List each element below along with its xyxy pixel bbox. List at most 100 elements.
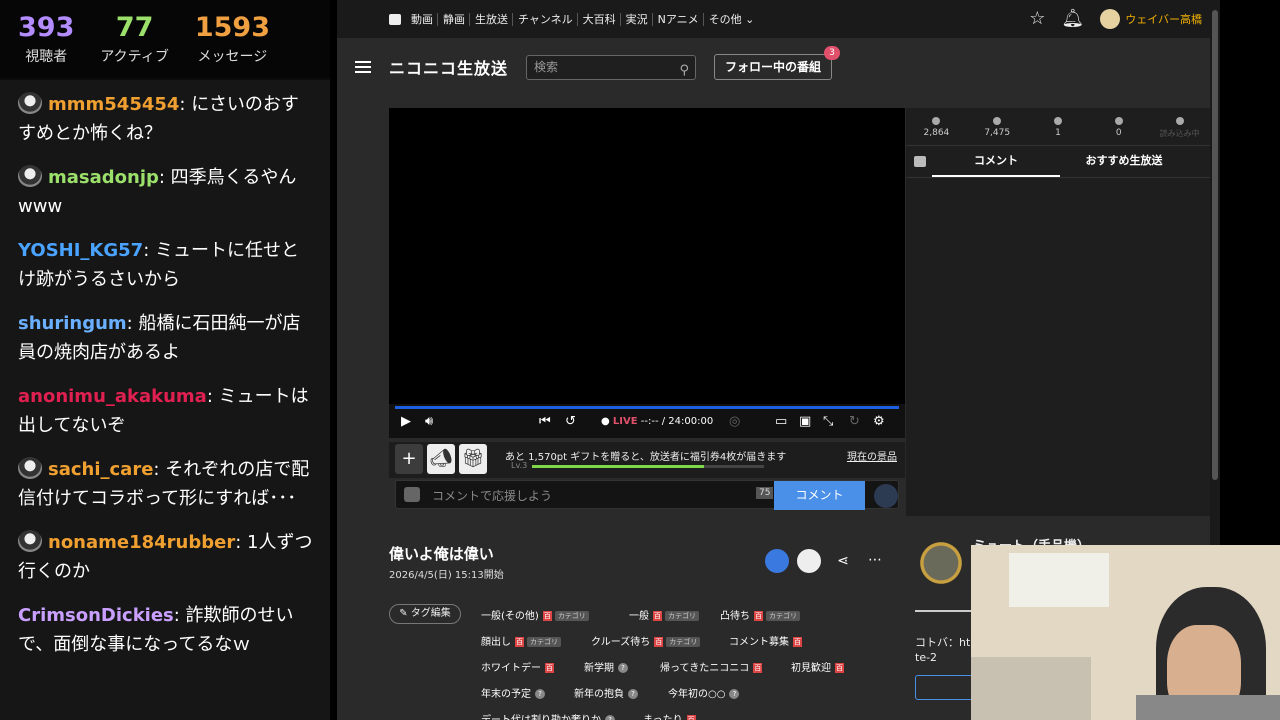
tag-label[interactable]: 年末の予定	[481, 689, 531, 700]
shelf	[971, 657, 1091, 720]
stat-value: 393	[18, 12, 75, 43]
comment-tools-icon[interactable]	[404, 487, 420, 502]
tag-item[interactable]: 一般百カテゴリ	[629, 607, 699, 622]
add-icon[interactable]: +	[395, 444, 423, 474]
stat-value: 1	[1055, 128, 1061, 138]
stat-value: 77	[115, 12, 154, 43]
tag-label[interactable]: ホワイトデー	[481, 663, 541, 674]
tag-label[interactable]: 帰ってきたニコニコ	[660, 663, 749, 674]
tag-item[interactable]: ホワイトデー百	[481, 659, 554, 674]
nav-item[interactable]: 動画	[411, 13, 438, 26]
side-stats: 2,864 7,475 1 0 読み込み中	[906, 108, 1210, 146]
niconico-tv-icon[interactable]	[389, 13, 401, 25]
tag-item[interactable]: 一般(その他) 百カテゴリ	[481, 607, 589, 622]
more-icon[interactable]: ⋯	[863, 549, 887, 573]
menu-icon[interactable]	[355, 61, 371, 73]
tag-item[interactable]: 帰ってきたニコニコ百	[660, 659, 763, 674]
tag-item[interactable]: まったり百	[643, 711, 696, 720]
comment-input[interactable]: コメントで応援しよう	[432, 487, 552, 504]
site-logo[interactable]: ニコニコ生放送	[389, 55, 508, 79]
gift-icon[interactable]: 🎁︎	[459, 444, 487, 474]
tag-help-icon[interactable]: ?	[628, 689, 638, 699]
tag-label[interactable]: まったり	[643, 715, 683, 720]
chat-username: YOSHI_KG57	[18, 240, 144, 261]
nav-item[interactable]: 実況	[625, 13, 653, 26]
tag-item[interactable]: 凸待ち百カテゴリ	[720, 607, 800, 622]
video-player[interactable]	[389, 108, 905, 408]
tab-comments[interactable]: コメント	[932, 146, 1060, 177]
chat-username: anonimu_akakuma	[18, 386, 207, 407]
tag-help-icon[interactable]: ?	[729, 689, 740, 699]
tag-item[interactable]: 顔出し百カテゴリ	[481, 633, 561, 648]
nav-item[interactable]: 静画	[443, 13, 470, 26]
nicoad-icon[interactable]: 📣︎	[427, 444, 455, 474]
tag-label[interactable]: デート代は割り勘か奢りか	[481, 715, 601, 720]
seek-bar[interactable]	[395, 406, 899, 409]
tag-lock-icon: 百	[515, 637, 524, 647]
emotion-icon[interactable]	[874, 484, 898, 508]
tag-label[interactable]: クルーズ待ち	[591, 637, 650, 648]
tag-item[interactable]: 新年の抱負?	[574, 685, 638, 700]
stat-label: アクティブ	[100, 49, 169, 65]
layout-icon[interactable]: ▣	[799, 414, 811, 429]
user-avatar[interactable]	[1100, 8, 1121, 29]
tag-item[interactable]: 初見歓迎百	[791, 659, 844, 674]
tag-label[interactable]: 新学期	[584, 663, 614, 674]
tag-label[interactable]: 今年初の○○	[668, 689, 725, 700]
star-icon[interactable]: ☆	[1029, 8, 1045, 29]
comment-list-icon[interactable]	[914, 156, 926, 167]
bell-icon[interactable]: 🔔︎	[1061, 8, 1084, 29]
follow-streamer-button[interactable]	[915, 675, 975, 700]
tag-label[interactable]: 顔出し	[481, 637, 511, 648]
stat-value: 読み込み中	[1159, 129, 1200, 138]
streamer-avatar[interactable]	[915, 541, 967, 585]
nav-item[interactable]: その他 ⌄	[709, 13, 759, 26]
tag-help-icon[interactable]: ?	[618, 663, 628, 673]
skip-back-icon[interactable]: ⏮	[539, 414, 551, 429]
comment-submit-button[interactable]: コメント	[774, 481, 865, 510]
nav-item[interactable]: 生放送	[475, 13, 513, 26]
tag-item[interactable]: 今年初の○○?	[668, 685, 740, 700]
tag-item[interactable]: クルーズ待ち百カテゴリ	[591, 633, 701, 648]
tag-item[interactable]: 新学期?	[584, 659, 628, 674]
chat-username: CrimsonDickies	[18, 605, 174, 626]
tag-item[interactable]: デート代は割り勘か奢りか?	[481, 711, 615, 720]
username[interactable]: ウェイバー高橋	[1125, 11, 1202, 27]
nav-item[interactable]: 大百科	[582, 13, 621, 26]
comment-toggle-icon[interactable]: ▭	[775, 414, 787, 429]
nav-item[interactable]: Nアニメ	[657, 13, 704, 26]
tag-label[interactable]: 初見歓迎	[791, 663, 831, 674]
search-icon[interactable]: ⚲	[679, 59, 689, 82]
timeshift-icon[interactable]	[765, 549, 789, 573]
nav-item[interactable]: チャンネル	[518, 13, 578, 26]
tag-label[interactable]: 一般(その他)	[481, 611, 539, 622]
share-icon[interactable]: ⋖	[831, 549, 855, 573]
following-button[interactable]: フォロー中の番組 3	[714, 46, 841, 80]
x-share-icon[interactable]	[797, 549, 821, 573]
volume-icon[interactable]: 🔊︎	[425, 414, 433, 429]
search-input[interactable]: 検索 ⚲	[526, 54, 697, 82]
tag-label[interactable]: 凸待ち	[720, 611, 750, 622]
tag-edit-button[interactable]: ✎ タグ編集	[389, 604, 461, 624]
current-prize-link[interactable]: 現在の景品	[847, 448, 897, 463]
tag-help-icon[interactable]: ?	[605, 715, 615, 720]
tag-help-icon[interactable]: ?	[535, 689, 545, 699]
scrollbar-thumb[interactable]	[1212, 10, 1218, 480]
tag-item[interactable]: コメント募集百	[729, 633, 802, 648]
tag-item[interactable]: 年末の予定?	[481, 685, 545, 700]
tag-label[interactable]: 新年の抱負	[574, 689, 624, 700]
rewind-icon[interactable]: ↺	[565, 414, 576, 429]
tag-category-badge: カテゴリ	[766, 611, 800, 621]
time-display: --:-- / 24:00:00	[640, 416, 714, 427]
sync-icon[interactable]: ◎	[729, 414, 740, 429]
fullscreen-icon[interactable]: ⤡	[823, 414, 833, 429]
reload-icon[interactable]: ↻	[849, 414, 860, 429]
play-icon[interactable]: ▶	[401, 414, 411, 429]
tag-label[interactable]: 一般	[629, 611, 649, 622]
settings-gear-icon[interactable]: ⚙	[873, 414, 885, 429]
tab-recommended[interactable]: おすすめ生放送	[1060, 146, 1188, 177]
viewers-stat: 2,864	[906, 108, 967, 145]
screen: 393 視聴者 77 アクティブ 1593 メッセージ mmm545454: にさいのおす…	[0, 0, 1280, 720]
tag-label[interactable]: コメント募集	[729, 637, 789, 648]
player-controls: ▶ 🔊︎ ⏮ ↺ ● LIVE --:-- / 24:00:00 ◎ ▭ ▣ ⤡…	[389, 404, 905, 438]
